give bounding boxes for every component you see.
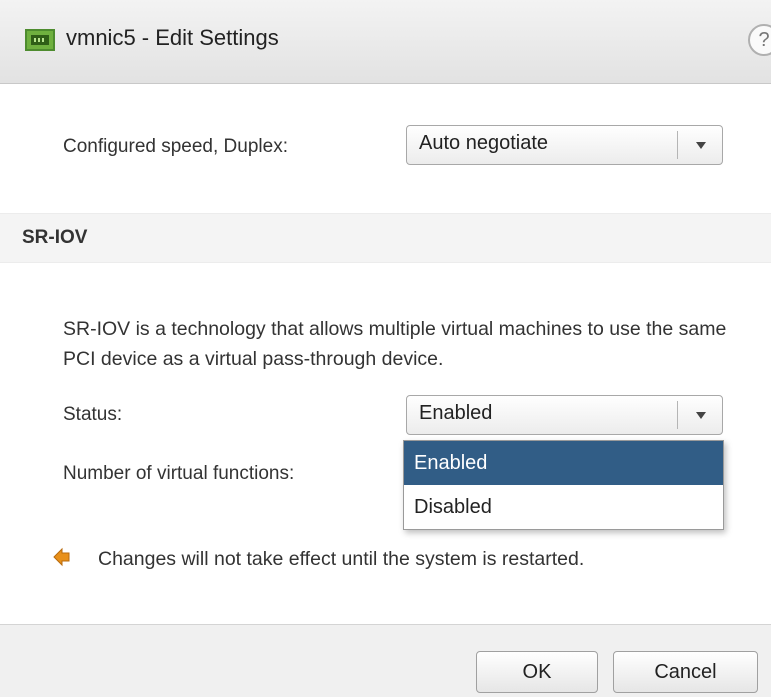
dialog-titlebar: vmnic5 - Edit Settings ? (0, 0, 771, 84)
warning-arrow-icon (53, 547, 70, 567)
section-header-sriov: SR-IOV (0, 213, 771, 263)
select-separator (677, 131, 678, 159)
network-adapter-icon (25, 29, 55, 51)
section-title: SR-IOV (22, 227, 88, 248)
status-option-enabled[interactable]: Enabled (404, 441, 723, 485)
speed-duplex-select[interactable]: Auto negotiate (406, 125, 723, 165)
select-separator (677, 401, 678, 429)
speed-duplex-label: Configured speed, Duplex: (63, 136, 288, 157)
speed-duplex-value: Auto negotiate (419, 132, 548, 154)
cancel-button[interactable]: Cancel (613, 651, 758, 693)
chevron-down-icon[interactable] (696, 412, 706, 419)
virtual-functions-label: Number of virtual functions: (63, 463, 295, 484)
status-select[interactable]: Enabled (406, 395, 723, 435)
status-label: Status: (63, 404, 123, 425)
chevron-down-icon[interactable] (696, 142, 706, 149)
ok-button[interactable]: OK (476, 651, 598, 693)
restart-notice: Changes will not take effect until the s… (98, 548, 585, 570)
help-icon[interactable]: ? (748, 24, 771, 56)
status-option-disabled[interactable]: Disabled (404, 485, 723, 529)
dialog-title: vmnic5 - Edit Settings (66, 25, 279, 50)
sriov-description: SR-IOV is a technology that allows multi… (63, 318, 727, 370)
status-value: Enabled (419, 402, 493, 424)
status-dropdown-list: Enabled Disabled (403, 440, 724, 530)
